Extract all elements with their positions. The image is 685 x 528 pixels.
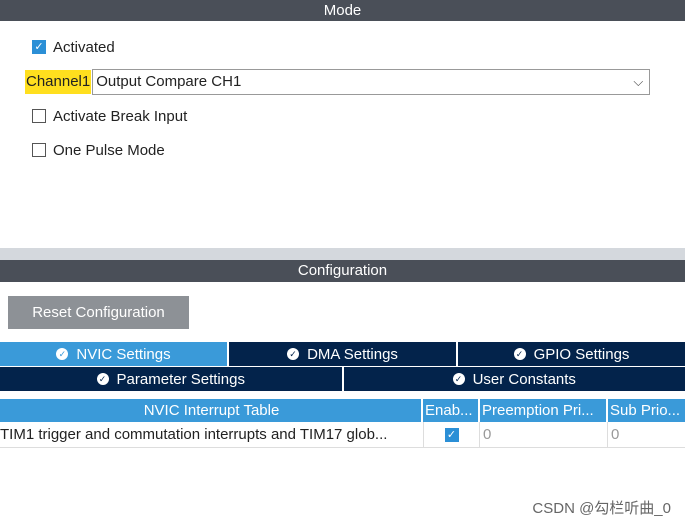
tab-label: NVIC Settings (76, 345, 171, 363)
nvic-interrupt-table: NVIC Interrupt Table Enab... Preemption … (0, 399, 685, 448)
one-pulse-checkbox-row[interactable]: One Pulse Mode (32, 140, 165, 160)
mode-header: Mode (0, 0, 685, 21)
check-circle-icon: ✓ (96, 373, 109, 385)
break-input-checkbox[interactable] (32, 109, 46, 123)
tab-parameter-settings[interactable]: ✓ Parameter Settings (0, 367, 344, 391)
check-circle-icon: ✓ (287, 348, 300, 360)
tab-label: User Constants (472, 370, 576, 388)
tab-nvic-settings[interactable]: ✓ NVIC Settings (0, 342, 229, 366)
watermark-text: CSDN @勾栏听曲_0 (532, 500, 671, 517)
sub-priority-value[interactable]: 0 (608, 422, 685, 447)
check-circle-icon: ✓ (513, 348, 526, 360)
settings-tabs-row-2: ✓ Parameter Settings ✓ User Constants (0, 367, 685, 391)
reset-configuration-button[interactable]: Reset Configuration (8, 296, 189, 329)
enabled-cell: ✓ (423, 422, 480, 447)
column-header-sub-priority[interactable]: Sub Prio... (608, 399, 685, 422)
column-header-enabled[interactable]: Enab... (423, 399, 480, 422)
chevron-down-icon[interactable]: ⌵ (633, 70, 643, 94)
channel1-row: Channel1 Output Compare CH1 ⌵ (25, 69, 651, 95)
table-row[interactable]: TIM1 trigger and commutation interrupts … (0, 422, 685, 448)
column-header-interrupt[interactable]: NVIC Interrupt Table (0, 399, 423, 422)
tab-dma-settings[interactable]: ✓ DMA Settings (229, 342, 458, 366)
settings-tabs-row-1: ✓ NVIC Settings ✓ DMA Settings ✓ GPIO Se… (0, 342, 685, 366)
interrupt-name: TIM1 trigger and commutation interrupts … (0, 426, 388, 443)
activated-label: Activated (53, 38, 115, 56)
check-circle-icon: ✓ (452, 373, 465, 385)
preemption-priority-value[interactable]: 0 (480, 422, 608, 447)
check-circle-icon: ✓ (56, 348, 69, 360)
enabled-checkbox[interactable]: ✓ (444, 427, 459, 442)
tab-gpio-settings[interactable]: ✓ GPIO Settings (458, 342, 685, 366)
activated-checkbox-row[interactable]: ✓ Activated (32, 37, 115, 57)
break-input-label: Activate Break Input (53, 107, 188, 125)
channel1-select-value: Output Compare CH1 (96, 73, 242, 90)
break-input-checkbox-row[interactable]: Activate Break Input (32, 106, 187, 126)
one-pulse-label: One Pulse Mode (53, 141, 165, 159)
tab-label: DMA Settings (307, 345, 398, 363)
table-header-row: NVIC Interrupt Table Enab... Preemption … (0, 399, 685, 422)
tab-label: Parameter Settings (116, 370, 245, 388)
tab-label: GPIO Settings (533, 345, 630, 363)
panel-splitter[interactable] (0, 248, 685, 260)
channel1-label: Channel1 (25, 70, 92, 94)
configuration-header: Configuration (0, 260, 685, 282)
one-pulse-checkbox[interactable] (32, 143, 46, 157)
column-header-preemption[interactable]: Preemption Pri... (480, 399, 608, 422)
tab-user-constants[interactable]: ✓ User Constants (343, 367, 685, 391)
activated-checkbox[interactable]: ✓ (32, 40, 46, 54)
channel1-select[interactable]: Output Compare CH1 ⌵ (92, 69, 651, 95)
